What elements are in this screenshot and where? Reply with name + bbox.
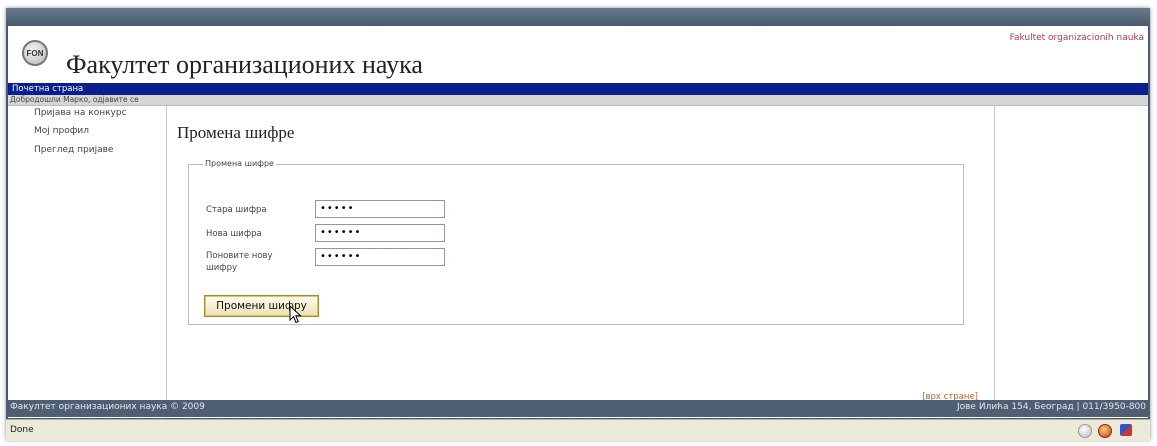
sidebar-item-profile[interactable]: Мој профил xyxy=(34,126,89,136)
main-content: Промена шифре Промена шифре Стара шифра … xyxy=(167,106,994,418)
status-sphere-icon xyxy=(1078,424,1092,438)
sidebar-item-review[interactable]: Преглед пријаве xyxy=(34,145,113,155)
footer-copyright: Факултет организационих наука © 2009 xyxy=(10,402,205,412)
new-password-input[interactable]: •••••• xyxy=(315,224,445,242)
addon-icon xyxy=(1120,424,1132,436)
mouse-cursor-icon xyxy=(289,305,302,324)
fon-logo-icon: FON xyxy=(22,40,48,66)
site-header: FON Факултет организационих наука Fakult… xyxy=(8,26,1148,83)
sidebar: Пријава на конкурс Мој профил Преглед пр… xyxy=(8,106,167,418)
site-title: Факултет организационих наука xyxy=(66,50,423,79)
browser-toolbar xyxy=(6,8,1150,26)
status-text: Done xyxy=(10,425,34,435)
fon-top-link[interactable]: Fakultet organizacionih nauka xyxy=(1010,33,1144,43)
old-password-label: Стара шифра xyxy=(206,205,267,215)
password-fieldset: Промена шифре Стара шифра ••••• Нова шиф… xyxy=(188,159,964,325)
page-title: Промена шифре xyxy=(177,123,295,142)
nav-home-link[interactable]: Почетна страна xyxy=(12,83,83,95)
old-password-input[interactable]: ••••• xyxy=(315,200,445,218)
main-nav: Почетна страна xyxy=(8,83,1148,95)
sidebar-item-apply[interactable]: Пријава на конкурс xyxy=(34,108,127,118)
page: FON Факултет организационих наука Fakult… xyxy=(8,26,1148,418)
browser-window: FON Факултет организационих наука Fakult… xyxy=(6,8,1150,441)
welcome-text[interactable]: Добродошли Марко, одјавите се xyxy=(10,95,139,105)
new-password-label: Нова шифра xyxy=(206,229,262,239)
footer-address: Јове Илића 154, Београд | 011/3950-800 xyxy=(956,402,1146,412)
repeat-password-label: Поновите нову шифру xyxy=(206,251,273,273)
right-column xyxy=(994,106,1148,418)
fieldset-legend: Промена шифре xyxy=(203,159,276,168)
browser-status-bar: Done xyxy=(6,419,1150,441)
repeat-password-input[interactable]: •••••• xyxy=(315,248,445,266)
firefox-icon xyxy=(1098,424,1112,438)
welcome-bar: Добродошли Марко, одјавите се xyxy=(8,95,1148,106)
site-footer: Факултет организационих наука © 2009 Јов… xyxy=(6,400,1150,417)
